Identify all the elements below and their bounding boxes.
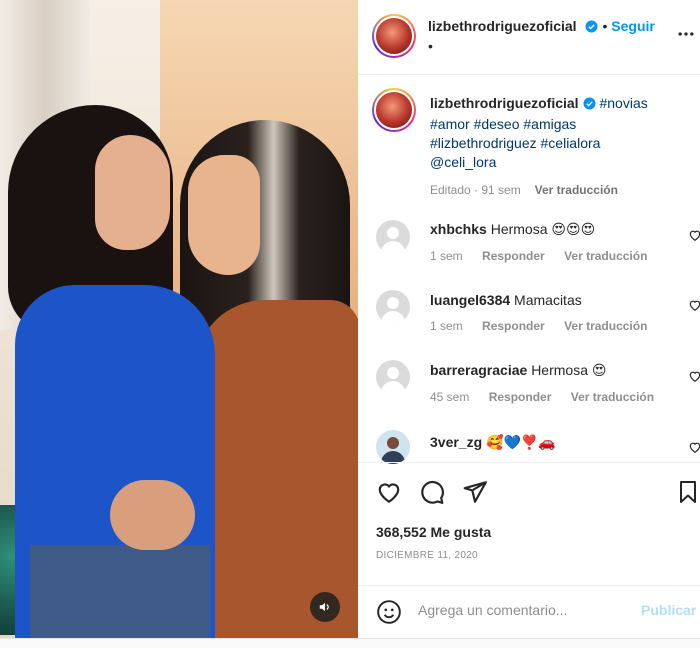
post-header: lizbethrodriguezoficial • Seguir • (358, 0, 700, 75)
translate-link[interactable]: Ver traducción (564, 249, 647, 263)
verified-icon (585, 20, 598, 38)
like-comment-heart-icon[interactable] (688, 369, 700, 388)
caption-avatar[interactable] (372, 88, 416, 132)
comment-bubble-icon[interactable] (419, 479, 445, 510)
action-bar (358, 462, 700, 522)
post-side-panel: lizbethrodriguezoficial • Seguir • lizbe… (358, 0, 700, 648)
more-options-icon[interactable] (676, 24, 696, 49)
author-avatar[interactable] (372, 14, 416, 58)
person-left-face (95, 135, 170, 250)
comment-username[interactable]: luangel6384 (430, 292, 510, 308)
emoji-picker-icon[interactable] (376, 599, 402, 630)
comment-body: Hermosa (531, 362, 588, 378)
post-video[interactable] (0, 0, 358, 638)
comment-composer: Agrega un comentario... Publicar (358, 585, 700, 637)
speaker-icon (319, 602, 329, 612)
person-right-face (188, 155, 260, 275)
comment-text: luangel6384 Mamacitas (430, 292, 582, 308)
comment-meta: 1 sem Responder Ver traducción (430, 249, 663, 263)
comment-emoji: 😍😍😍 (551, 221, 596, 237)
volume-button[interactable] (310, 592, 340, 622)
comment-meta: 1 sem Responder Ver traducción (430, 319, 663, 333)
verified-icon (583, 96, 596, 115)
save-bookmark-icon[interactable] (676, 479, 700, 510)
comment-text: 3ver_zg 🥰💙❣️🚗 (430, 434, 556, 451)
like-heart-icon[interactable] (376, 479, 402, 510)
comment-emoji: 😍 (591, 362, 607, 378)
comment-avatar[interactable] (376, 430, 410, 464)
more-options-dot[interactable]: • (428, 38, 433, 54)
translate-link[interactable]: Ver traducción (535, 183, 618, 197)
caption-username[interactable]: lizbethrodriguezoficial (430, 95, 579, 111)
comment-time: 45 sem (430, 390, 470, 404)
comment-avatar[interactable] (376, 220, 410, 254)
comment-body: Mamacitas (514, 292, 582, 308)
comment-input[interactable]: Agrega un comentario... (418, 602, 567, 618)
comment-username[interactable]: xhbchks (430, 221, 487, 237)
caption-timestamp: Editado · 91 sem (430, 183, 521, 197)
comment-time: 1 sem (430, 249, 463, 263)
reply-button[interactable]: Responder (482, 249, 545, 263)
comment-time: 1 sem (430, 319, 463, 333)
comment-text: xhbchks Hermosa 😍😍😍 (430, 221, 595, 238)
hashtag[interactable]: #novias (599, 95, 647, 111)
reply-button[interactable]: Responder (489, 390, 552, 404)
comment-emoji: 🥰💙❣️🚗 (486, 434, 556, 450)
bottom-border (0, 638, 700, 648)
comment-username[interactable]: barreragraciae (430, 362, 527, 378)
comment-body: Hermosa (490, 221, 548, 237)
person-right-body (195, 300, 358, 638)
likes-count[interactable]: 368,552 Me gusta (376, 524, 491, 540)
reply-button[interactable]: Responder (482, 319, 545, 333)
like-comment-heart-icon[interactable] (688, 298, 700, 317)
comment-text: barreragraciae Hermosa 😍 (430, 362, 606, 379)
share-send-icon[interactable] (462, 479, 488, 510)
post-date: DICIEMBRE 11, 2020 (376, 550, 478, 561)
translate-link[interactable]: Ver traducción (564, 319, 647, 333)
caption: lizbethrodriguezoficial #novias #amor #d… (430, 94, 692, 200)
hashtag-line[interactable]: #lizbethrodriguez #celialora (430, 134, 692, 153)
publish-button[interactable]: Publicar (641, 602, 696, 618)
follow-button[interactable]: Seguir (611, 18, 655, 34)
author-username[interactable]: lizbethrodriguezoficial (428, 18, 577, 34)
translate-link[interactable]: Ver traducción (571, 390, 654, 404)
person-left-jeans (30, 545, 210, 638)
comment-meta: 45 sem Responder Ver traducción (430, 390, 670, 404)
hand (110, 480, 195, 550)
mention-link[interactable]: @celi_lora (430, 153, 692, 172)
hashtag-line[interactable]: #amor #deseo #amigas (430, 115, 692, 134)
comment-avatar[interactable] (376, 360, 410, 394)
comment-avatar[interactable] (376, 290, 410, 324)
comment-username[interactable]: 3ver_zg (430, 434, 482, 450)
like-comment-heart-icon[interactable] (688, 228, 700, 247)
like-comment-heart-icon[interactable] (688, 440, 700, 459)
separator-dot: • (602, 18, 612, 34)
